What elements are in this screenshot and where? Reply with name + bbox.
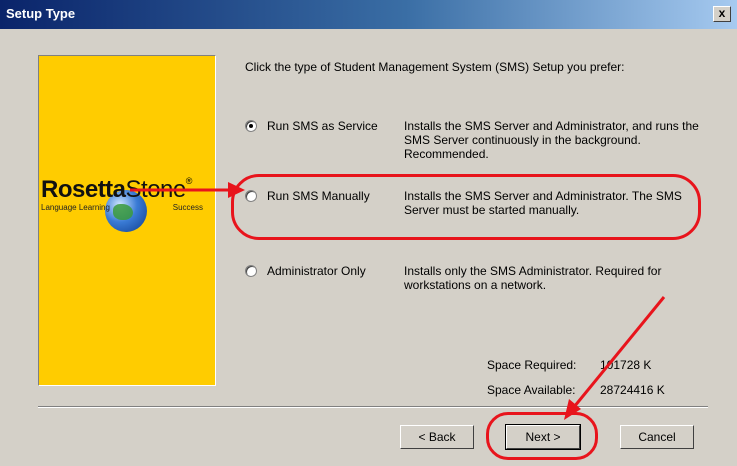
option-description: Installs only the SMS Administrator. Req…	[404, 264, 662, 292]
cancel-button[interactable]: Cancel	[620, 425, 694, 449]
radio-administrator-only[interactable]	[245, 265, 257, 277]
space-available-label: Space Available:	[487, 383, 576, 397]
window-title: Setup Type	[6, 6, 76, 21]
setup-type-dialog: Setup Type x RosettaStone® Language Lear…	[0, 0, 737, 466]
highlight-oval-next	[486, 412, 598, 460]
space-required: Space Required: 101728 K	[487, 358, 651, 372]
back-button[interactable]: < Back	[400, 425, 474, 449]
space-required-label: Space Required:	[487, 358, 577, 372]
space-available-value: 28724416 K	[600, 383, 665, 397]
logo-tagline-right: Success	[172, 203, 203, 212]
logo-tagline-left: Language Learning	[41, 203, 110, 212]
option-label[interactable]: Run SMS as Service	[267, 119, 378, 133]
rosetta-stone-logo: RosettaStone® Language Learning Success	[41, 176, 211, 256]
button-divider	[38, 406, 708, 408]
space-available: Space Available: 28724416 K	[487, 383, 665, 397]
option-label[interactable]: Administrator Only	[267, 264, 366, 278]
setup-prompt: Click the type of Student Management Sys…	[245, 60, 625, 74]
space-required-value: 101728 K	[600, 358, 652, 372]
option-description: Installs the SMS Server and Administrato…	[404, 119, 699, 161]
close-button[interactable]: x	[713, 6, 731, 22]
highlight-oval-run-manually	[231, 174, 701, 240]
product-banner: RosettaStone® Language Learning Success	[38, 55, 216, 386]
radio-run-as-service[interactable]	[245, 120, 257, 132]
title-bar: Setup Type x	[0, 0, 737, 29]
